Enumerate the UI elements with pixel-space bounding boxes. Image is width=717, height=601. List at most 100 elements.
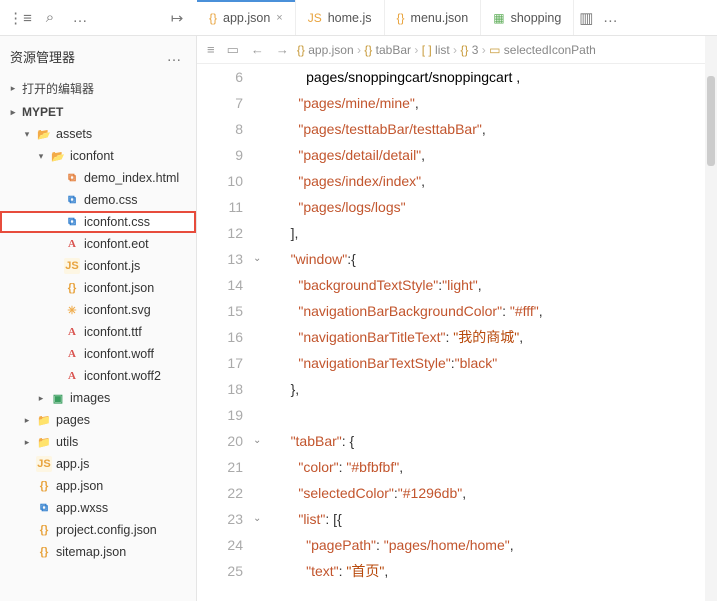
code-line[interactable]: "selectedColor":"#1296db",: [275, 480, 543, 506]
code-line[interactable]: "navigationBarTextStyle":"black": [275, 350, 543, 376]
fold-gutter[interactable]: [253, 402, 271, 428]
split-editor-icon[interactable]: ▥: [574, 6, 598, 30]
tree-item[interactable]: {}app.json: [0, 475, 196, 497]
code-line[interactable]: "pages/index/index",: [275, 168, 543, 194]
project-header[interactable]: ▸ MYPET: [0, 101, 196, 123]
fold-gutter[interactable]: [253, 116, 271, 142]
code-line[interactable]: "color": "#bfbfbf",: [275, 454, 543, 480]
code-editor[interactable]: 678910111213141516171819202122232425 ⌄⌄⌄…: [197, 64, 705, 601]
tree-item[interactable]: ▸📁utils: [0, 431, 196, 453]
code-line[interactable]: pages/snoppingcart/snoppingcart ,: [275, 64, 543, 90]
editor-tab[interactable]: ▦shopping: [481, 0, 574, 35]
file-icon: {}: [36, 544, 52, 560]
breadcrumb-item[interactable]: selectedIconPath: [504, 43, 596, 57]
code-line[interactable]: "text": "首页",: [275, 558, 543, 584]
file-name: iconfont.js: [84, 259, 140, 273]
chevron-icon: ▸: [22, 437, 32, 448]
editor-tab[interactable]: {}app.json×: [197, 0, 296, 35]
breadcrumb-item[interactable]: tabBar: [376, 43, 411, 57]
tree-item[interactable]: JSapp.js: [0, 453, 196, 475]
code-line[interactable]: ],: [275, 220, 543, 246]
line-number: 21: [197, 454, 243, 480]
tree-item[interactable]: JSiconfont.js: [0, 255, 196, 277]
file-name: project.config.json: [56, 523, 157, 537]
tree-item[interactable]: Aiconfont.eot: [0, 233, 196, 255]
search-icon[interactable]: ⌕: [38, 6, 62, 30]
fold-gutter[interactable]: [253, 298, 271, 324]
fold-gutter[interactable]: [253, 350, 271, 376]
code-line[interactable]: "pages/mine/mine",: [275, 90, 543, 116]
file-name: app.wxss: [56, 501, 108, 515]
sidebar: 资源管理器 … ▸ 打开的编辑器 ▸ MYPET ▾📂assets▾📂iconf…: [0, 36, 197, 601]
tree-item[interactable]: ▾📂iconfont: [0, 145, 196, 167]
fold-gutter[interactable]: [253, 480, 271, 506]
tree-item[interactable]: ▸📁pages: [0, 409, 196, 431]
tree-item[interactable]: {}iconfont.json: [0, 277, 196, 299]
code-line[interactable]: "tabBar": {: [275, 428, 543, 454]
code-line[interactable]: "list": [{: [275, 506, 543, 532]
editor-tab[interactable]: JS home.js: [296, 0, 385, 35]
fold-gutter[interactable]: [253, 168, 271, 194]
tree-item[interactable]: Aiconfont.woff: [0, 343, 196, 365]
line-number: 15: [197, 298, 243, 324]
list-icon[interactable]: ≡: [203, 42, 219, 57]
fold-gutter[interactable]: [253, 194, 271, 220]
close-icon[interactable]: ×: [276, 12, 282, 24]
file-name: utils: [56, 435, 78, 449]
tab-overflow-icon[interactable]: …: [598, 6, 622, 30]
fold-gutter[interactable]: [253, 220, 271, 246]
tree-item[interactable]: ▸▣images: [0, 387, 196, 409]
menu-icon[interactable]: ⋮≡: [8, 6, 32, 30]
toggle-panel-icon[interactable]: ↦: [165, 6, 189, 30]
fold-gutter[interactable]: ⌄: [253, 246, 271, 272]
fold-gutter[interactable]: ⌄: [253, 506, 271, 532]
tree-item[interactable]: ✳iconfont.svg: [0, 299, 196, 321]
code-line[interactable]: "navigationBarBackgroundColor": "#fff",: [275, 298, 543, 324]
fold-gutter[interactable]: [253, 376, 271, 402]
tab-label: home.js: [328, 11, 372, 25]
code-line[interactable]: "window":{: [275, 246, 543, 272]
breadcrumb-item[interactable]: app.json: [308, 43, 353, 57]
nav-back-icon[interactable]: ←: [247, 42, 268, 57]
fold-gutter[interactable]: ⌄: [253, 428, 271, 454]
bookmark-icon[interactable]: ▭: [223, 42, 243, 58]
editor-tab[interactable]: {}menu.json: [385, 0, 482, 35]
tree-item[interactable]: Aiconfont.ttf: [0, 321, 196, 343]
fold-gutter[interactable]: [253, 324, 271, 350]
tree-item[interactable]: {}project.config.json: [0, 519, 196, 541]
more-icon[interactable]: …: [68, 6, 92, 30]
code-line[interactable]: },: [275, 376, 543, 402]
code-line[interactable]: "pages/testtabBar/testtabBar",: [275, 116, 543, 142]
open-editors-header[interactable]: ▸ 打开的编辑器: [0, 76, 196, 101]
vertical-scrollbar[interactable]: [705, 36, 717, 601]
fold-gutter[interactable]: [253, 272, 271, 298]
code-line[interactable]: [275, 402, 543, 428]
chevron-right-icon: ▸: [8, 83, 18, 94]
code-line[interactable]: "pagePath": "pages/home/home",: [275, 532, 543, 558]
code-line[interactable]: "navigationBarTitleText": "我的商城",: [275, 324, 543, 350]
fold-gutter[interactable]: [253, 558, 271, 584]
code-line[interactable]: "pages/logs/logs": [275, 194, 543, 220]
nav-forward-icon[interactable]: →: [272, 42, 293, 57]
fold-gutter[interactable]: [253, 454, 271, 480]
fold-gutter[interactable]: [253, 64, 271, 90]
tree-item[interactable]: {}sitemap.json: [0, 541, 196, 563]
line-number: 18: [197, 376, 243, 402]
file-type-icon: JS: [308, 11, 322, 25]
code-line[interactable]: "pages/detail/detail",: [275, 142, 543, 168]
tree-item[interactable]: Aiconfont.woff2: [0, 365, 196, 387]
breadcrumb-icon: ▭: [489, 43, 500, 57]
tree-item[interactable]: ⧉iconfont.css: [0, 211, 196, 233]
tree-item[interactable]: ⧉demo.css: [0, 189, 196, 211]
breadcrumb-item[interactable]: list: [435, 43, 450, 57]
tree-item[interactable]: ⧉demo_index.html: [0, 167, 196, 189]
explorer-more-icon[interactable]: …: [162, 44, 186, 68]
fold-gutter[interactable]: [253, 90, 271, 116]
tree-item[interactable]: ⧉app.wxss: [0, 497, 196, 519]
breadcrumb-icon: {}: [297, 43, 305, 57]
file-type-icon: ▦: [493, 11, 504, 25]
tree-item[interactable]: ▾📂assets: [0, 123, 196, 145]
fold-gutter[interactable]: [253, 142, 271, 168]
fold-gutter[interactable]: [253, 532, 271, 558]
code-line[interactable]: "backgroundTextStyle":"light",: [275, 272, 543, 298]
